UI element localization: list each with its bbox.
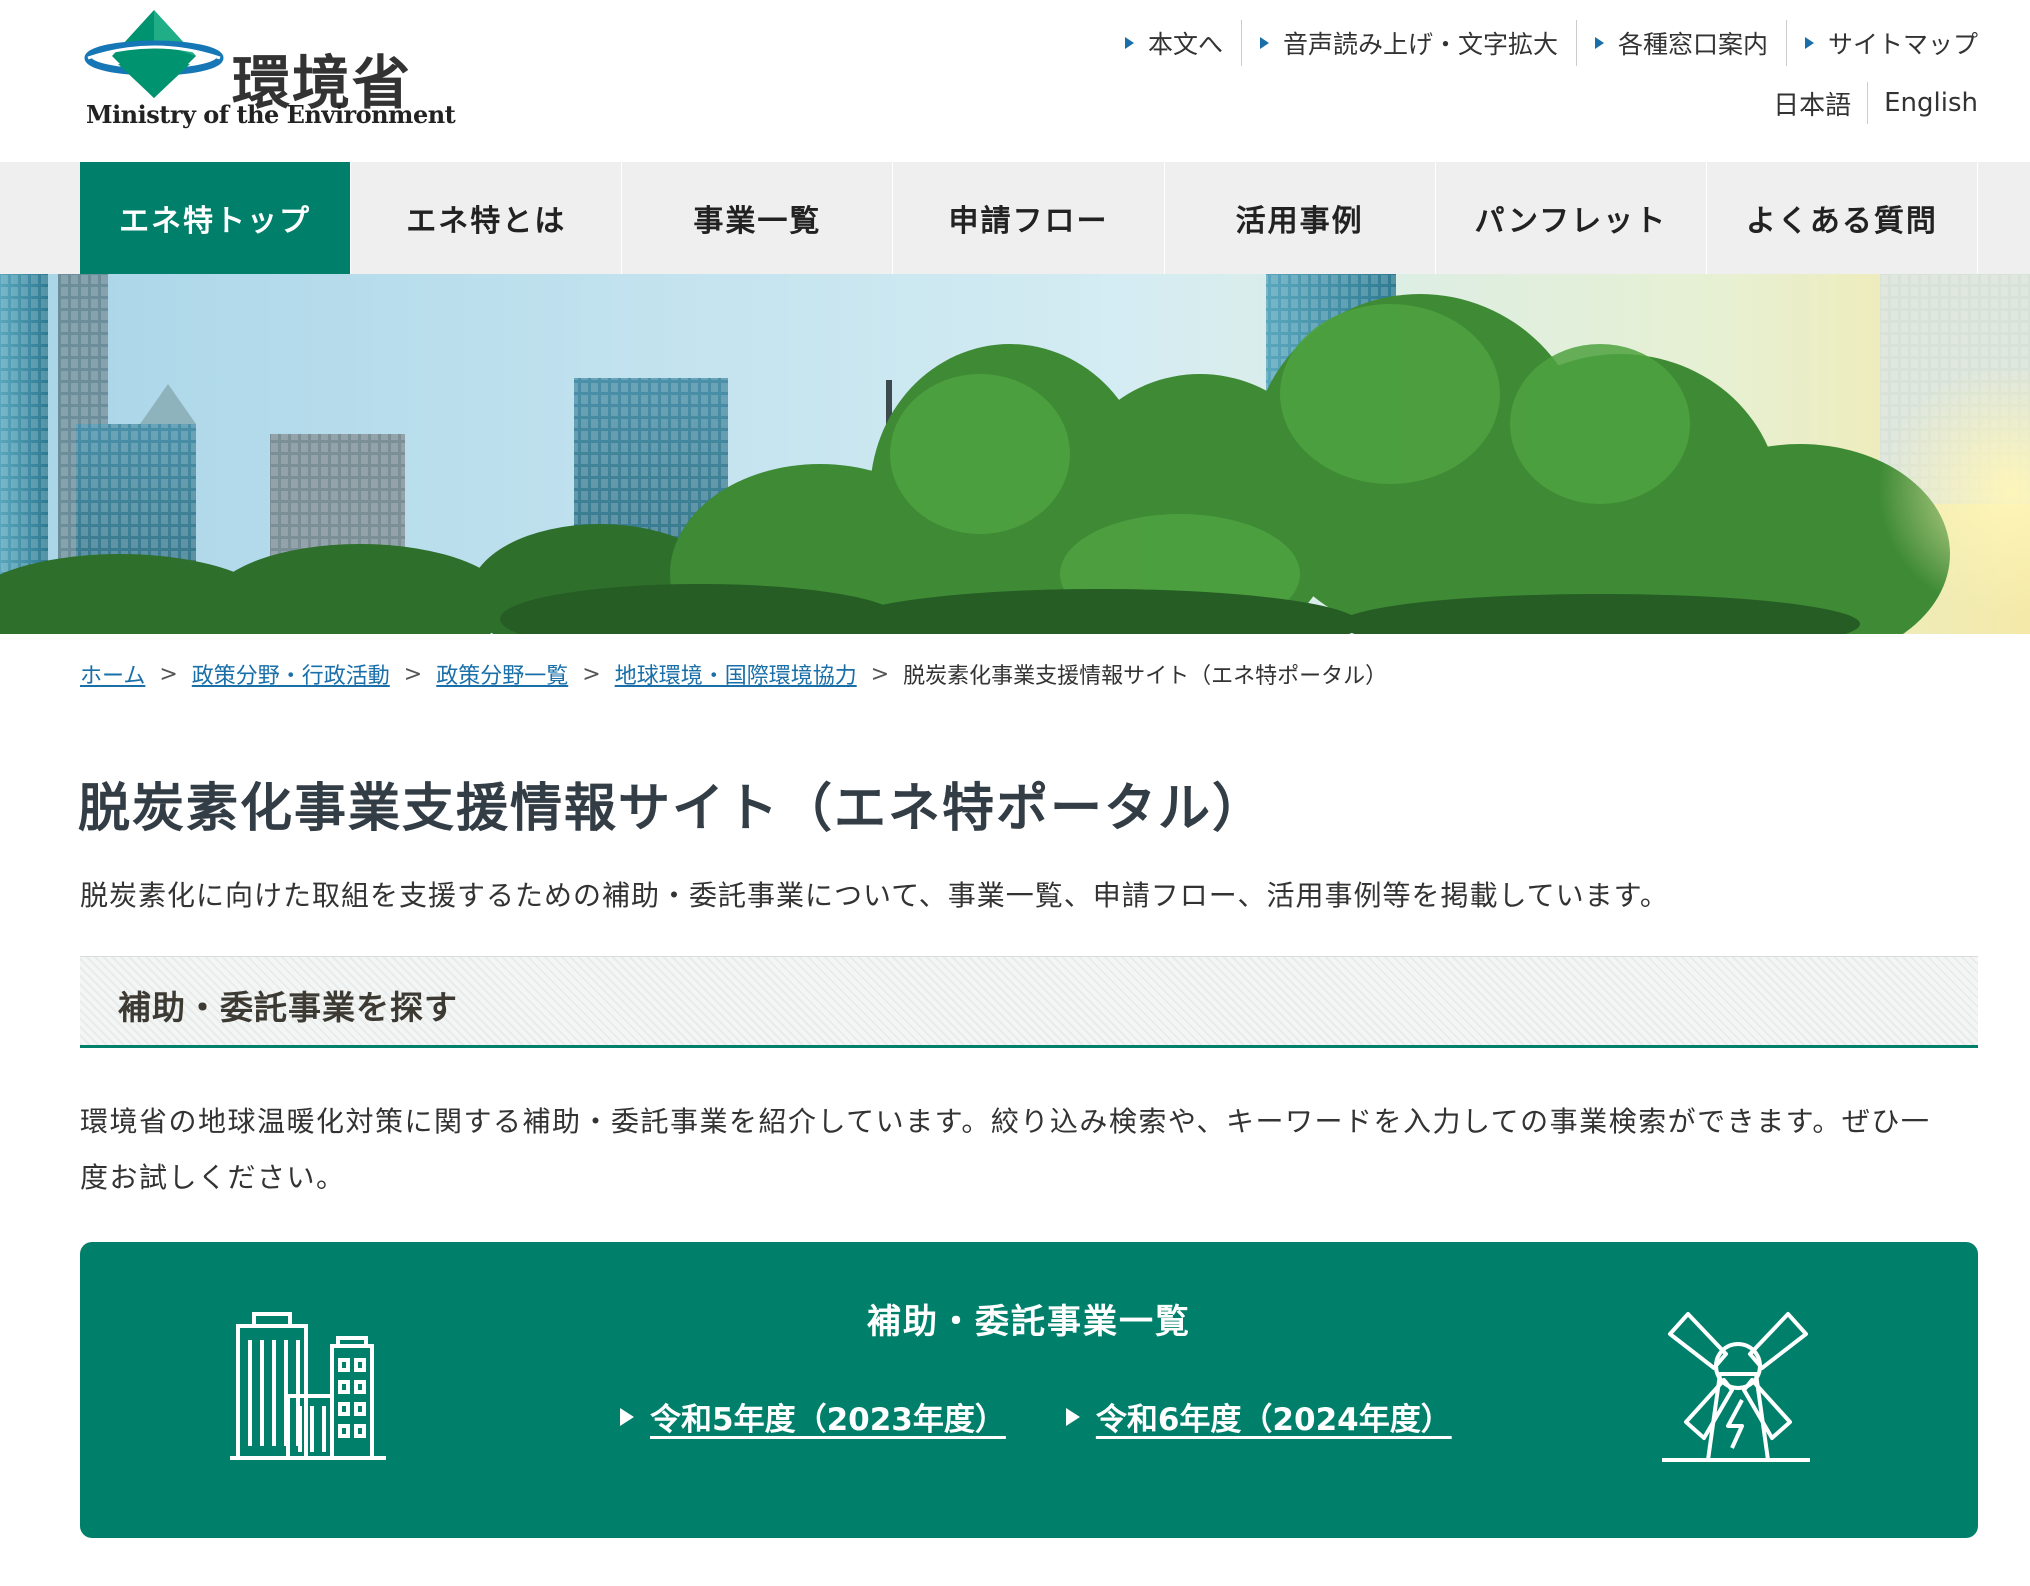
breadcrumb-link-policy-list[interactable]: 政策分野一覧 [436,658,568,690]
page-lead: 脱炭素化に向けた取組を支援するための補助・委託事業について、事業一覧、申請フロー… [80,879,1669,912]
arrow-right-icon [1594,37,1604,49]
section-body: 環境省の地球温暖化対策に関する補助・委託事業を紹介しています。絞り込み検索や、キ… [80,1105,1931,1194]
nav-item-case-studies[interactable]: 活用事例 [1165,162,1436,274]
arrow-right-icon [620,1407,634,1426]
nav-item-faq[interactable]: よくある質問 [1707,162,1978,274]
ministry-logo-mark-icon [84,10,224,98]
breadcrumb-separator: > [870,661,890,687]
nav-item-projects[interactable]: 事業一覧 [622,162,894,274]
nav-item-about[interactable]: エネ特とは [351,162,623,274]
link-fy2023[interactable]: 令和5年度（2023年度） [620,1394,1006,1439]
section-heading: 補助・委託事業を探す [80,956,1978,1048]
hero-illustration [0,274,2030,634]
nav-item-application-flow[interactable]: 申請フロー [893,162,1165,274]
arrow-right-icon [1065,1407,1080,1426]
lang-english[interactable]: English [1867,82,1978,124]
arrow-right-icon [1259,37,1269,49]
breadcrumb: ホーム > 政策分野・行政活動 > 政策分野一覧 > 地球環境・国際環境協力 >… [80,658,1387,690]
link-fy2024[interactable]: 令和6年度（2024年度） [1065,1394,1452,1439]
nav-item-pamphlet[interactable]: パンフレット [1436,162,1707,274]
link-fy2023-label: 令和5年度（2023年度） [650,1402,1006,1438]
util-link-label: サイトマップ [1827,30,1978,59]
util-link-label: 各種窓口案内 [1617,30,1768,59]
util-link-accessibility[interactable]: 音声読み上げ・文字拡大 [1240,20,1576,66]
page-title: 脱炭素化事業支援情報サイト（エネ特ポータル） [78,779,1267,839]
language-switcher: 日本語 English [1773,82,1978,124]
project-list-card: 補助・委託事業一覧 令和5年度（2023年度） 令和6年度（2024年度） [80,1242,1978,1538]
breadcrumb-separator: > [582,661,601,687]
util-link-contact[interactable]: 各種窓口案内 [1575,20,1786,66]
logo-english-text: Ministry of the Environment [86,100,456,129]
breadcrumb-current: 脱炭素化事業支援情報サイト（エネ特ポータル） [903,664,1388,689]
nav-item-top[interactable]: エネ特トップ [80,162,352,274]
ministry-logo[interactable]: 環境省 Ministry of the Environment [84,6,456,130]
lang-japanese[interactable]: 日本語 [1773,82,1867,124]
arrow-right-icon [1804,37,1814,49]
breadcrumb-link-home[interactable]: ホーム [80,658,145,690]
utility-nav: 本文へ 音声読み上げ・文字拡大 各種窓口案内 サイトマップ [1124,20,1978,66]
breadcrumb-separator: > [403,661,423,687]
global-nav: エネ特トップ エネ特とは 事業一覧 申請フロー 活用事例 パンフレット よくある… [0,162,2030,274]
breadcrumb-link-policy[interactable]: 政策分野・行政活動 [192,658,390,690]
hero-image-city-greenery [0,274,2030,634]
section-heading-text: 補助・委託事業を探す [118,988,458,1027]
util-link-sitemap[interactable]: サイトマップ [1785,20,1978,66]
link-fy2024-label: 令和6年度（2024年度） [1095,1402,1452,1438]
util-link-skip-to-content[interactable]: 本文へ [1124,20,1241,66]
breadcrumb-separator: > [159,661,178,687]
util-link-label: 音声読み上げ・文字拡大 [1282,30,1558,59]
windmill-icon [1662,1312,1810,1462]
arrow-right-icon [1124,37,1134,49]
card-links: 令和5年度（2023年度） 令和6年度（2024年度） [620,1394,1512,1439]
site-header: 環境省 Ministry of the Environment 本文へ 音声読み… [0,0,2030,162]
util-link-label: 本文へ [1147,30,1223,59]
breadcrumb-link-global-env[interactable]: 地球環境・国際環境協力 [615,658,857,690]
